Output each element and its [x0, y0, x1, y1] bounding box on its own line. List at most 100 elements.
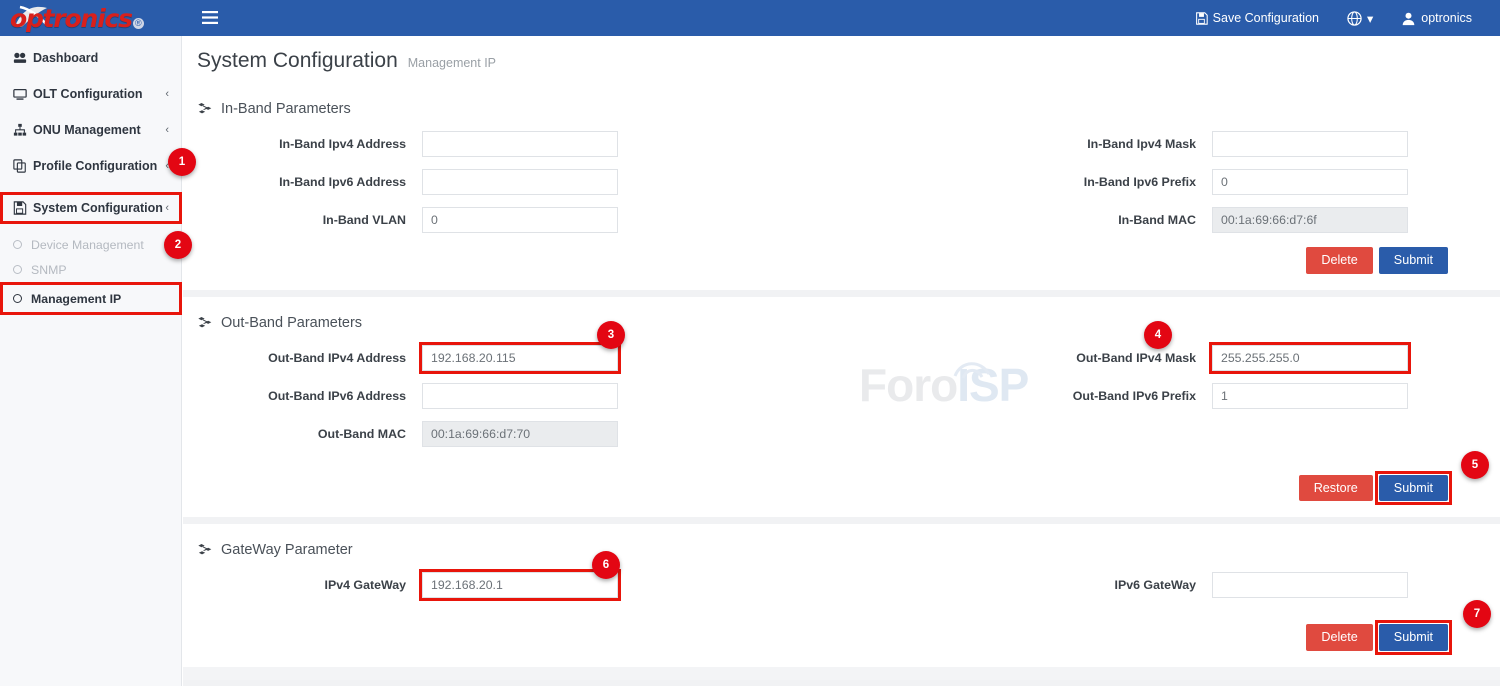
outband-mac-label: Out-Band MAC: [197, 427, 422, 441]
brand-logo[interactable]: optronics®: [0, 0, 182, 36]
outband-mac-group: Out-Band MAC: [197, 421, 837, 447]
sidebar-item-onu-management[interactable]: ONU Management ‹: [0, 112, 181, 148]
outband-restore-wrap: Restore: [1299, 475, 1373, 502]
section-divider: [183, 517, 1500, 524]
gateway-ipv4-input[interactable]: [422, 572, 618, 598]
sidebar-item-olt-configuration[interactable]: OLT Configuration ‹: [0, 76, 181, 112]
sidebar-item-system-configuration[interactable]: System Configuration ‹: [0, 190, 181, 226]
inband-parameters-card: In-Band Parameters In-Band Ipv4 Address …: [183, 83, 1500, 290]
inband-vlan-input[interactable]: [422, 207, 618, 233]
gateway-section-title-row: GateWay Parameter: [197, 542, 1480, 558]
brand-name: optronics: [10, 6, 132, 31]
outband-ipv6-address-label: Out-Band IPv6 Address: [197, 389, 422, 403]
dashboard-icon: [13, 51, 33, 65]
gateway-submit-button[interactable]: Submit: [1379, 624, 1448, 651]
inband-section-title: In-Band Parameters: [221, 101, 351, 117]
inband-ipv6-address-input[interactable]: [422, 169, 618, 195]
inband-mac-input: [1212, 207, 1408, 233]
inband-ipv4-mask-group: In-Band Ipv4 Mask: [837, 131, 1437, 157]
inband-submit-button[interactable]: Submit: [1379, 247, 1448, 274]
outband-restore-button[interactable]: Restore: [1299, 475, 1373, 502]
gateway-parameter-card: GateWay Parameter IPv4 GateWay IPv6 Gate…: [183, 524, 1500, 667]
inband-row-2: In-Band Ipv6 Address In-Band Ipv6 Prefix: [197, 169, 1480, 195]
chevron-icon: ‹: [165, 202, 169, 214]
sidebar-item-snmp[interactable]: SNMP: [0, 257, 181, 282]
outband-row-1: Out-Band IPv4 Address Out-Band IPv4 Mask: [197, 345, 1480, 371]
inband-ipv4-address-input[interactable]: [422, 131, 618, 157]
floppy-save-icon: [1195, 12, 1208, 25]
inband-vlan-label: In-Band VLAN: [197, 213, 422, 227]
outband-ipv6-prefix-input[interactable]: [1212, 383, 1408, 409]
outband-ipv4-address-input[interactable]: [422, 345, 618, 371]
gateway-row-1: IPv4 GateWay IPv6 GateWay: [197, 572, 1480, 598]
outband-button-row: Restore Submit: [197, 475, 1480, 502]
outband-ipv6-address-input[interactable]: [422, 383, 618, 409]
cubes-icon: [197, 316, 213, 330]
sidebar-nav: Dashboard OLT Configuration ‹ ONU Manage…: [0, 36, 182, 686]
outband-ipv4-mask-input[interactable]: [1212, 345, 1408, 371]
outband-ipv6-prefix-label: Out-Band IPv6 Prefix: [837, 389, 1212, 403]
inband-mac-group: In-Band MAC: [837, 207, 1437, 233]
gateway-delete-wrap: Delete: [1306, 624, 1372, 651]
sidebar-item-dashboard[interactable]: Dashboard: [0, 40, 181, 76]
annotation-badge-6: 6: [592, 551, 620, 579]
outband-submit-wrap: Submit: [1379, 475, 1448, 502]
outband-mac-input: [422, 421, 618, 447]
annotation-badge-2: 2: [164, 231, 192, 259]
cubes-icon: [197, 102, 213, 116]
inband-ipv6-address-label: In-Band Ipv6 Address: [197, 175, 422, 189]
annotation-badge-7: 7: [1463, 600, 1491, 628]
outband-submit-button[interactable]: Submit: [1379, 475, 1448, 502]
section-divider: [183, 290, 1500, 297]
menu-toggle-icon[interactable]: [196, 6, 224, 31]
inband-ipv6-prefix-input[interactable]: [1212, 169, 1408, 195]
inband-section-title-row: In-Band Parameters: [197, 101, 1480, 117]
save-configuration-label: Save Configuration: [1213, 11, 1319, 25]
radio-circle-icon: [13, 240, 22, 249]
inband-vlan-group: In-Band VLAN: [197, 207, 837, 233]
globe-icon: [1347, 11, 1362, 26]
breadcrumb: Management IP: [408, 56, 496, 70]
gateway-delete-button[interactable]: Delete: [1306, 624, 1372, 651]
annotation-badge-5: 5: [1461, 451, 1489, 479]
inband-ipv6-address-group: In-Band Ipv6 Address: [197, 169, 837, 195]
inband-row-1: In-Band Ipv4 Address In-Band Ipv4 Mask: [197, 131, 1480, 157]
user-name-label: optronics: [1421, 11, 1472, 25]
sidebar-item-device-management[interactable]: Device Management: [0, 232, 181, 257]
outband-ipv4-address-label: Out-Band IPv4 Address: [197, 351, 422, 365]
registered-mark: ®: [133, 18, 144, 29]
annotation-badge-4: 4: [1144, 321, 1172, 349]
gateway-submit-wrap: Submit: [1379, 624, 1448, 651]
sidebar-item-profile-configuration[interactable]: Profile Configuration ‹: [0, 148, 181, 184]
user-menu[interactable]: optronics: [1387, 0, 1486, 36]
outband-row-3: Out-Band MAC: [197, 421, 1480, 447]
sidebar-item-management-ip[interactable]: Management IP: [0, 286, 181, 311]
outband-ipv6-prefix-group: Out-Band IPv6 Prefix: [837, 383, 1437, 409]
sidebar-item-label: Profile Configuration: [33, 159, 165, 173]
save-icon: [13, 201, 33, 215]
radio-circle-icon: [13, 265, 22, 274]
bottom-divider: [183, 680, 1500, 686]
annotation-badge-1: 1: [168, 148, 196, 176]
inband-delete-wrap: Delete: [1306, 247, 1372, 274]
inband-submit-wrap: Submit: [1379, 247, 1448, 274]
inband-ipv4-mask-input[interactable]: [1212, 131, 1408, 157]
sidebar-item-label: ONU Management: [33, 123, 165, 137]
outband-ipv4-mask-group: Out-Band IPv4 Mask: [837, 345, 1437, 371]
gateway-ipv6-input[interactable]: [1212, 572, 1408, 598]
language-selector[interactable]: ▾: [1333, 0, 1387, 36]
outband-ipv4-mask-label: Out-Band IPv4 Mask: [837, 351, 1212, 365]
gateway-ipv6-label: IPv6 GateWay: [837, 578, 1212, 592]
inband-ipv4-address-group: In-Band Ipv4 Address: [197, 131, 837, 157]
inband-mac-label: In-Band MAC: [837, 213, 1212, 227]
inband-delete-button[interactable]: Delete: [1306, 247, 1372, 274]
user-avatar-icon: [1401, 11, 1416, 26]
top-right-menu: Save Configuration ▾ optronics: [1181, 0, 1500, 36]
chevron-down-icon: ▾: [1367, 11, 1373, 26]
save-configuration-button[interactable]: Save Configuration: [1181, 0, 1333, 36]
sidebar-subitem-label: Management IP: [31, 292, 121, 306]
inband-ipv4-mask-label: In-Band Ipv4 Mask: [837, 137, 1212, 151]
main-content: System Configuration Management IP In-Ba…: [183, 36, 1500, 686]
gateway-ipv4-group: IPv4 GateWay: [197, 572, 837, 598]
inband-row-3: In-Band VLAN In-Band MAC: [197, 207, 1480, 233]
